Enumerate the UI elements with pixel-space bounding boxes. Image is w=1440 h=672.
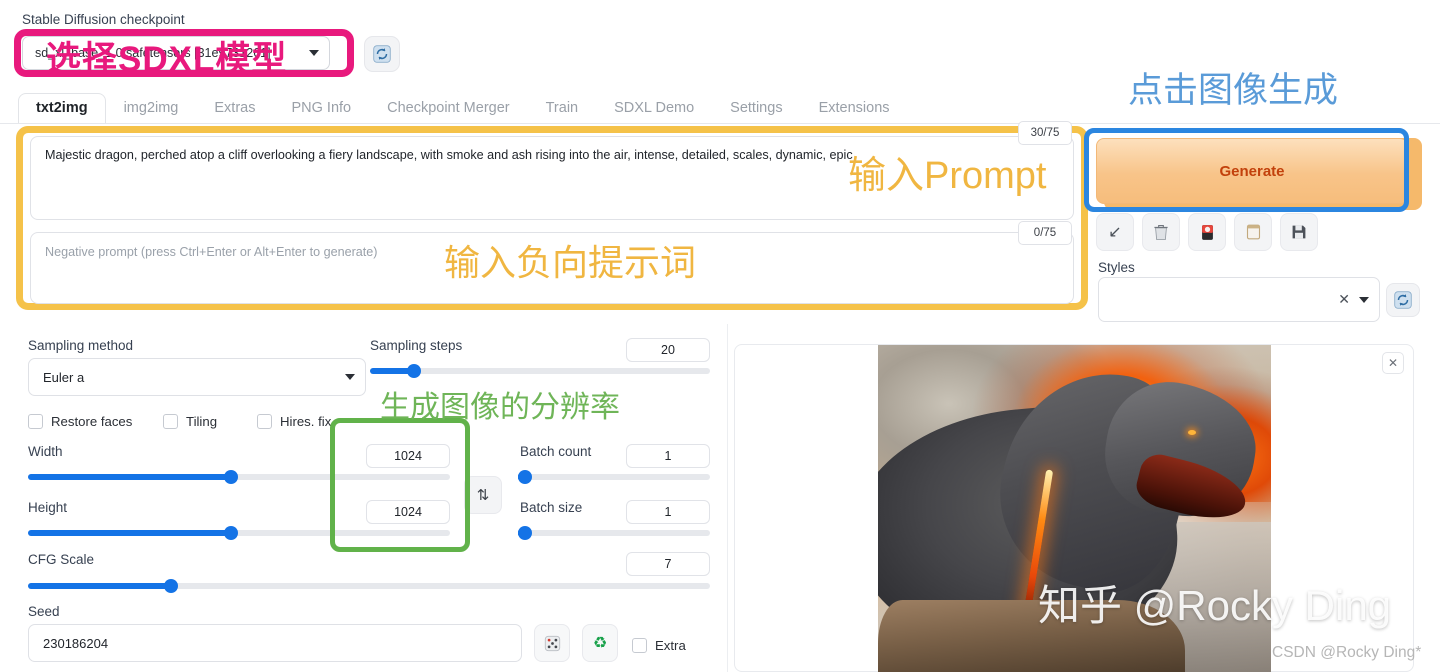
hires-fix-checkbox[interactable]: Hires. fix: [257, 414, 331, 429]
hires-fix-label: Hires. fix: [280, 414, 332, 429]
arrow-down-left-icon[interactable]: ↙: [1096, 213, 1134, 251]
tab-png-info[interactable]: PNG Info: [273, 94, 369, 124]
checkbox-square: [28, 414, 43, 429]
recycle-reuse-seed-icon: ♻: [592, 635, 608, 652]
slider-fill: [28, 474, 231, 480]
checkpoint-refresh-button[interactable]: [364, 36, 400, 72]
swap-vertical-icon: ⇅: [476, 487, 490, 504]
paintbrush-card-icon[interactable]: [1188, 213, 1226, 251]
height-slider[interactable]: [28, 526, 450, 540]
tab-train[interactable]: Train: [528, 94, 597, 124]
extra-seed-checkbox[interactable]: Extra: [632, 638, 686, 653]
width-label: Width: [28, 444, 63, 459]
prompt-token-counter: 30/75: [1018, 121, 1072, 145]
checkpoint-label: Stable Diffusion checkpoint: [22, 12, 185, 27]
swap-dimensions-button[interactable]: ⇅: [464, 476, 502, 514]
close-image-button[interactable]: ✕: [1382, 352, 1404, 374]
checkbox-square: [257, 414, 272, 429]
sampling-method-label: Sampling method: [28, 338, 134, 353]
tiling-label: Tiling: [186, 414, 218, 429]
cfg-scale-label: CFG Scale: [28, 552, 95, 567]
slider-fill: [28, 530, 231, 536]
batch-count-slider[interactable]: [518, 470, 710, 484]
cfg-scale-slider[interactable]: [28, 579, 710, 593]
seed-value: 230186204: [43, 635, 109, 651]
negative-prompt-token-counter: 0/75: [1018, 221, 1072, 245]
tab-sdxl-demo[interactable]: SDXL Demo: [596, 94, 712, 124]
styles-clear-icon[interactable]: ✕: [1338, 291, 1350, 308]
tab-extras[interactable]: Extras: [196, 94, 273, 124]
trash-icon[interactable]: [1142, 213, 1180, 251]
seed-reuse-button[interactable]: ♻: [582, 624, 618, 662]
watermark-csdn: CSDN @Rocky Ding*: [1272, 644, 1422, 661]
styles-refresh-button[interactable]: [1386, 283, 1420, 317]
batch-size-value[interactable]: 1: [626, 500, 710, 524]
generate-annotation-text: 点击图像生成: [1128, 71, 1339, 110]
tab-img2img[interactable]: img2img: [106, 94, 197, 124]
slider-knob[interactable]: [518, 526, 532, 540]
refresh-icon: [1394, 291, 1412, 309]
checkbox-square: [163, 414, 178, 429]
watermark-zhihu: 知乎 @Rocky Ding: [1038, 582, 1392, 629]
clipboard-icon[interactable]: [1234, 213, 1272, 251]
height-value[interactable]: 1024: [366, 500, 450, 524]
slider-fill: [28, 583, 172, 589]
main-tab-bar: txt2img img2img Extras PNG Info Checkpoi…: [18, 90, 908, 124]
tab-bar-divider: [0, 123, 1440, 124]
tab-settings[interactable]: Settings: [712, 94, 800, 124]
save-floppy-icon[interactable]: [1280, 213, 1318, 251]
chevron-down-icon: [345, 374, 355, 380]
sampling-steps-value[interactable]: 20: [626, 338, 710, 362]
batch-size-slider[interactable]: [518, 526, 710, 540]
batch-size-label: Batch size: [520, 500, 583, 515]
height-label: Height: [28, 500, 68, 515]
width-slider[interactable]: [28, 470, 450, 484]
checkbox-square: [632, 638, 647, 653]
chevron-down-icon: [1359, 296, 1369, 303]
checkpoint-annotation-text: 选择SDXL模型: [46, 40, 288, 79]
styles-label: Styles: [1098, 260, 1135, 275]
seed-input[interactable]: 230186204: [28, 624, 522, 662]
restore-faces-checkbox[interactable]: Restore faces: [28, 414, 132, 429]
resolution-annotation-text: 生成图像的分辨率: [380, 391, 620, 424]
slider-knob[interactable]: [223, 470, 238, 484]
seed-label: Seed: [28, 604, 60, 619]
tab-txt2img[interactable]: txt2img: [18, 93, 106, 124]
tab-extensions[interactable]: Extensions: [801, 94, 908, 124]
refresh-icon: [373, 45, 391, 63]
restore-faces-label: Restore faces: [51, 414, 133, 429]
slider-knob[interactable]: [518, 470, 532, 484]
sampling-steps-slider[interactable]: [370, 364, 710, 378]
batch-count-label: Batch count: [520, 444, 592, 459]
tab-checkpoint-merger[interactable]: Checkpoint Merger: [369, 94, 528, 124]
sampling-method-dropdown[interactable]: Euler a: [28, 358, 366, 396]
slider-knob[interactable]: [223, 526, 238, 540]
seed-randomize-button[interactable]: [534, 624, 570, 662]
cfg-scale-value[interactable]: 7: [626, 552, 710, 576]
webui-root: Stable Diffusion checkpoint sd_xl_base_1…: [0, 0, 1440, 672]
width-value[interactable]: 1024: [366, 444, 450, 468]
prompt-annotation-text: 输入Prompt: [848, 155, 1047, 197]
prompt-toolbar: ↙: [1096, 213, 1318, 251]
generate-button[interactable]: Generate: [1096, 138, 1408, 204]
dice-randomize-icon: [544, 635, 560, 651]
tiling-checkbox[interactable]: Tiling: [163, 414, 217, 429]
sampling-steps-label: Sampling steps: [370, 338, 463, 353]
batch-count-value[interactable]: 1: [626, 444, 710, 468]
sampling-method-value: Euler a: [43, 369, 85, 385]
negative-prompt-annotation-text: 输入负向提示词: [444, 242, 697, 283]
close-x-icon: ✕: [1387, 356, 1399, 370]
extra-label: Extra: [655, 638, 686, 653]
chevron-down-icon: [309, 50, 319, 56]
styles-dropdown[interactable]: ✕: [1098, 277, 1380, 322]
